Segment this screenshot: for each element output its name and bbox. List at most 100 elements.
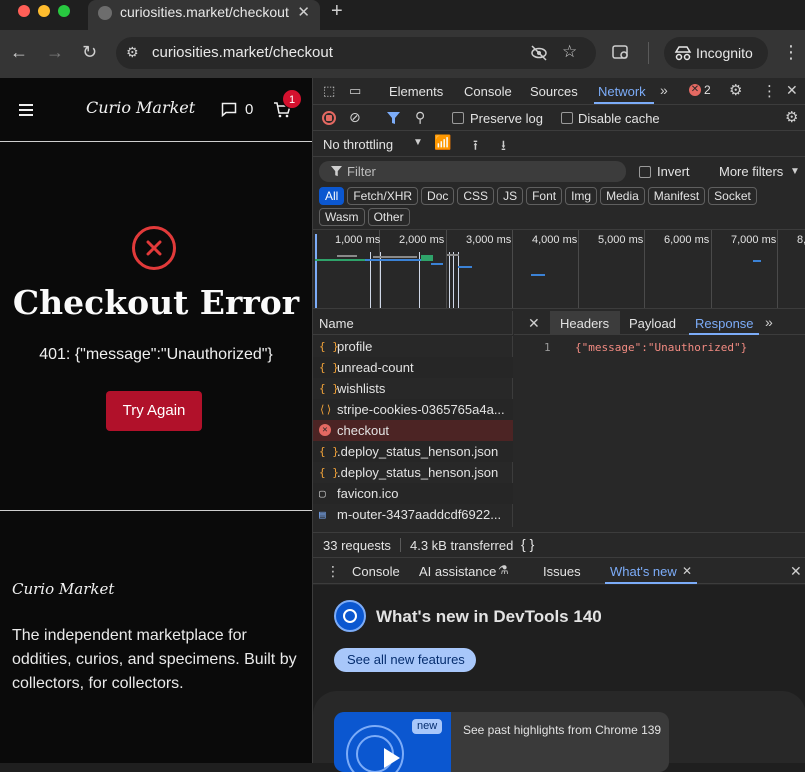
tab-network[interactable]: Network	[598, 84, 646, 99]
back-icon[interactable]: ←	[10, 42, 28, 63]
drawer-tab-ai-assistance[interactable]: AI assistance	[419, 564, 496, 579]
close-devtools-icon[interactable]: ✕	[786, 82, 798, 99]
site-logo[interactable]: Curio Market	[86, 98, 195, 117]
response-body[interactable]: {"message":"Unauthorized"}	[575, 341, 747, 354]
name-column-header[interactable]: Name	[313, 311, 513, 335]
chip-js[interactable]: JS	[497, 187, 524, 205]
more-detail-tabs-icon[interactable]: »	[765, 314, 773, 330]
network-settings-icon[interactable]: ⚙	[785, 108, 798, 126]
preserve-log-label[interactable]: Preserve log	[470, 111, 543, 126]
highlights-card[interactable]: new See past highlights from Chrome 139	[334, 712, 669, 772]
request-row[interactable]: ▤ m-outer-3437aaddcdf6922...	[313, 504, 513, 525]
request-row[interactable]: { } .deploy_status_henson.json	[313, 441, 513, 462]
invert-checkbox[interactable]	[639, 166, 651, 178]
reload-icon[interactable]: ↻	[82, 42, 97, 63]
more-filters-button[interactable]: More filters	[719, 164, 783, 179]
devtools-menu-icon[interactable]: ⋮	[762, 82, 777, 100]
tab-console[interactable]: Console	[464, 84, 512, 99]
drawer-tab-console[interactable]: Console	[352, 564, 400, 579]
device-toolbar-icon[interactable]: ▭	[349, 83, 361, 99]
timeline-tick: 6,000 ms	[664, 234, 710, 246]
chip-doc[interactable]: Doc	[421, 187, 455, 205]
see-all-features-button[interactable]: See all new features	[334, 648, 476, 672]
close-details-icon[interactable]: ✕	[528, 315, 540, 332]
request-row[interactable]: { } unread-count	[313, 357, 513, 378]
filter-funnel-icon[interactable]	[387, 112, 400, 125]
tab-elements[interactable]: Elements	[389, 84, 443, 99]
image-icon: ▢	[319, 487, 326, 500]
inspect-element-icon[interactable]: ⬚	[323, 83, 335, 99]
close-whats-new-icon[interactable]: ✕	[682, 564, 692, 578]
clear-log-icon[interactable]: ⊘	[349, 109, 361, 126]
throttling-select[interactable]: No throttling	[323, 137, 393, 152]
more-filters-chevron-icon[interactable]: ▼	[790, 166, 800, 177]
chip-other[interactable]: Other	[367, 208, 410, 226]
chip-img[interactable]: Img	[565, 187, 598, 205]
record-stop-icon[interactable]	[322, 111, 336, 125]
incognito-button[interactable]: Incognito	[664, 37, 768, 69]
export-har-icon[interactable]: ⭳	[501, 135, 506, 159]
drawer-tab-issues[interactable]: Issues	[543, 564, 581, 579]
request-row[interactable]: ⟨⟩ stripe-cookies-0365765a4a...	[313, 399, 513, 420]
invert-label[interactable]: Invert	[657, 164, 690, 179]
site-settings-icon[interactable]: ⚙	[126, 44, 139, 61]
drawer-menu-icon[interactable]: ⋮	[326, 563, 340, 580]
chip-manifest[interactable]: Manifest	[647, 187, 706, 205]
chevron-down-icon[interactable]: ▼	[413, 137, 423, 148]
chip-all[interactable]: All	[319, 187, 345, 205]
error-count[interactable]: 2	[704, 83, 711, 97]
forward-icon[interactable]: →	[46, 42, 64, 63]
chip-socket[interactable]: Socket	[708, 187, 757, 205]
disable-cache-label[interactable]: Disable cache	[578, 111, 660, 126]
address-bar[interactable]: ⚙ curiosities.market/checkout ☆	[116, 37, 596, 69]
tab-headers[interactable]: Headers	[560, 316, 609, 331]
more-tabs-icon[interactable]: »	[660, 82, 668, 98]
hamburger-menu-icon[interactable]	[19, 104, 33, 116]
search-tabs-icon[interactable]	[612, 45, 630, 61]
filter-input[interactable]: Filter	[319, 161, 626, 182]
network-status-bar: 33 requests 4.3 kB transferred { }	[313, 532, 805, 556]
import-har-icon[interactable]: ⭱	[473, 135, 478, 159]
chip-fetch-xhr[interactable]: Fetch/XHR	[347, 187, 419, 205]
chip-css[interactable]: CSS	[457, 187, 495, 205]
chip-wasm[interactable]: Wasm	[319, 208, 365, 226]
footer-logo[interactable]: Curio Market	[12, 580, 114, 598]
bookmark-star-icon[interactable]: ☆	[562, 42, 577, 62]
request-name: stripe-cookies-0365765a4a...	[337, 402, 505, 417]
tab-payload[interactable]: Payload	[629, 316, 676, 331]
browser-tab[interactable]: curiosities.market/checkout ✕	[88, 0, 320, 30]
request-row[interactable]: { } wishlists	[313, 378, 513, 399]
eye-off-icon[interactable]	[530, 45, 548, 61]
chip-font[interactable]: Font	[526, 187, 563, 205]
preserve-log-checkbox[interactable]	[452, 112, 464, 124]
maximize-window-button[interactable]	[58, 5, 70, 17]
search-icon[interactable]: ⚲	[415, 109, 425, 126]
timeline-tick: 5,000 ms	[598, 234, 644, 246]
network-conditions-icon[interactable]: 📶	[434, 134, 451, 151]
close-tab-icon[interactable]: ✕	[297, 3, 310, 21]
request-name: .deploy_status_henson.json	[337, 444, 499, 459]
tab-sources[interactable]: Sources	[530, 84, 578, 99]
try-again-button[interactable]: Try Again	[106, 391, 202, 431]
response-viewer[interactable]: 1 {"message":"Unauthorized"}	[514, 336, 805, 527]
request-row[interactable]: ✕ checkout	[313, 420, 513, 441]
whats-new-title: What's new in DevTools 140	[376, 607, 602, 626]
request-row[interactable]: ▢ favicon.ico	[313, 483, 513, 504]
close-window-button[interactable]	[18, 5, 30, 17]
tab-response[interactable]: Response	[695, 316, 754, 331]
request-row[interactable]: { } profile	[313, 336, 513, 357]
settings-gear-icon[interactable]: ⚙	[729, 81, 742, 99]
drawer-tab-whats-new[interactable]: What's new	[610, 564, 677, 579]
timeline-overview[interactable]: 1,000 ms 2,000 ms 3,000 ms 4,000 ms 5,00…	[313, 229, 805, 309]
chip-media[interactable]: Media	[600, 187, 645, 205]
new-tab-button[interactable]: +	[331, 0, 343, 23]
pretty-print-icon[interactable]: { }	[521, 536, 534, 552]
close-drawer-icon[interactable]: ✕	[790, 563, 802, 580]
disable-cache-checkbox[interactable]	[561, 112, 573, 124]
error-count-icon[interactable]: ✕	[689, 84, 701, 96]
request-row[interactable]: { } .deploy_status_henson.json	[313, 462, 513, 483]
url-text[interactable]: curiosities.market/checkout	[152, 44, 333, 61]
messages-icon[interactable]	[221, 102, 237, 117]
browser-menu-icon[interactable]: ⋮	[782, 42, 800, 63]
minimize-window-button[interactable]	[38, 5, 50, 17]
